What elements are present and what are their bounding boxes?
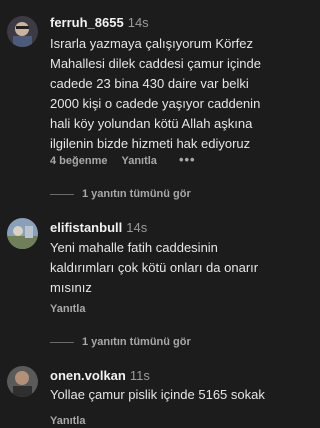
view-replies-label: 1 yanıtın tümünü gör — [82, 336, 191, 348]
reply-button[interactable]: Yanıtla — [50, 415, 85, 427]
timestamp: 11s — [129, 368, 150, 383]
username[interactable]: elifistanbull — [50, 220, 122, 235]
view-replies-button[interactable]: 1 yanıtın tümünü gör — [50, 335, 191, 349]
avatar[interactable] — [7, 366, 38, 397]
comment-actions: 4 beğenme Yanıtla ••• — [50, 153, 196, 168]
comment-line: Israrla yazmaya çalışıyorum Körfez — [50, 36, 254, 51]
comment-header: onen.volkan 11s — [50, 368, 150, 384]
timestamp: 14s — [126, 220, 148, 235]
comment-line: mısınız — [50, 280, 92, 295]
comment-line: Yeni mahalle fatih caddesinin — [50, 240, 218, 255]
avatar[interactable] — [7, 218, 38, 249]
comment-line: 2000 kişi o cadede yaşıyor caddenin — [50, 96, 261, 111]
comment-text: Yeni mahalle fatih caddesinin kaldırımla… — [50, 238, 290, 298]
username[interactable]: onen.volkan — [50, 368, 126, 383]
comment-line: kaldırımları çok kötü onları da onarır — [50, 260, 259, 275]
reply-button[interactable]: Yanıtla — [50, 303, 85, 315]
comment-text: Yollae çamur pislik içinde 5165 sokak — [50, 385, 290, 405]
view-replies-button[interactable]: 1 yanıtın tümünü gör — [50, 187, 191, 201]
comment-line: cadede 23 bina 430 daire var belki — [50, 76, 249, 91]
view-replies-label: 1 yanıtın tümünü gör — [82, 188, 191, 200]
comment-actions: Yanıtla — [50, 302, 107, 316]
comment-header: ferruh_8655 14s — [50, 15, 149, 31]
reply-button[interactable]: Yanıtla — [121, 155, 156, 167]
divider-line — [50, 341, 74, 343]
avatar[interactable] — [7, 16, 38, 47]
username[interactable]: ferruh_8655 — [50, 15, 124, 30]
comment-line: hali köy yolundan kötü Allah aşkına — [50, 116, 253, 131]
comment-header: elifistanbull 14s — [50, 220, 147, 236]
timestamp: 14s — [127, 15, 149, 30]
comment-text: Israrla yazmaya çalışıyorum Körfez Mahal… — [50, 34, 290, 154]
likes-count[interactable]: 4 beğenme — [50, 155, 107, 167]
more-options-icon[interactable]: ••• — [179, 152, 196, 167]
comment-line: Mahallesi dilek caddesi çamur içinde — [50, 56, 261, 71]
comment-line: Yollae çamur pislik içinde 5165 sokak — [50, 387, 265, 402]
comment-line: ilgilenin bizde hizmeti hak ediyoruz — [50, 136, 251, 151]
divider-line — [50, 193, 74, 195]
comment-actions: Yanıtla — [50, 414, 107, 428]
